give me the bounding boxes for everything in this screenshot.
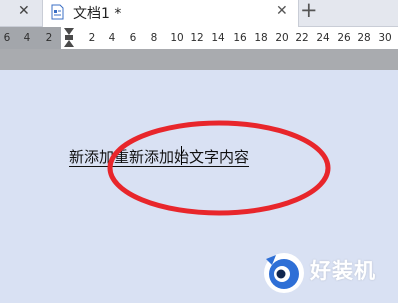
- tab-document-1[interactable]: 文档1 * ✕: [42, 0, 299, 27]
- ruler-tick: 18: [254, 32, 268, 44]
- ruler-tick: 16: [233, 32, 247, 44]
- ruler-tick: 4: [108, 32, 116, 44]
- ruler-tick: 24: [316, 32, 330, 44]
- tab-label: 文档1 *: [73, 6, 122, 22]
- close-icon[interactable]: ✕: [276, 3, 288, 19]
- ruler-tick: 20: [275, 32, 289, 44]
- ruler-tick: 22: [295, 32, 309, 44]
- ruler-tick: 12: [190, 32, 204, 44]
- ruler-tick: 4: [23, 32, 31, 44]
- text-cursor: [181, 146, 182, 165]
- close-icon[interactable]: ✕: [18, 3, 30, 19]
- watermark-logo: 好装机: [262, 245, 398, 303]
- ruler-tick: 2: [45, 32, 53, 44]
- eye-icon: [264, 253, 304, 293]
- ruler-tick: 26: [337, 32, 351, 44]
- document-icon: [51, 4, 64, 20]
- ruler-tick: 10: [170, 32, 184, 44]
- ruler-tick: 6: [129, 32, 137, 44]
- first-line-indent-marker[interactable]: [64, 28, 74, 35]
- ruler-tick: 28: [357, 32, 371, 44]
- toolbar-band: [0, 49, 398, 70]
- tab-bar: ✕ 文档1 * ✕ +: [0, 0, 398, 27]
- ruler-tick: 30: [378, 32, 392, 44]
- ruler-tick: 2: [88, 32, 96, 44]
- logo-text: 好装机: [310, 259, 376, 283]
- horizontal-ruler[interactable]: 6 4 2 2 4 6 8 10 12 14 16 18 20 22 24 26…: [0, 27, 398, 49]
- ruler-tick: 6: [3, 32, 11, 44]
- hanging-indent-marker[interactable]: [64, 40, 74, 47]
- ruler-tick: 8: [150, 32, 158, 44]
- ruler-tick: 14: [211, 32, 225, 44]
- plus-icon[interactable]: +: [300, 0, 318, 22]
- document-text[interactable]: 新添加重新添加始文字内容: [69, 148, 250, 167]
